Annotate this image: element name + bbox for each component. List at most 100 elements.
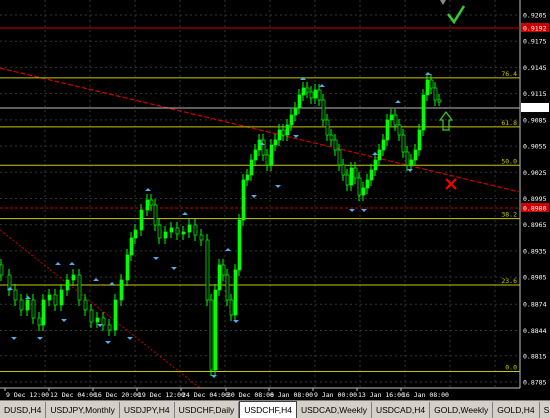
candle-body bbox=[107, 324, 112, 331]
time-axis-label: 12 Dec 04:00 bbox=[50, 391, 97, 399]
fib-level-label: 50.0 bbox=[501, 157, 517, 165]
fractal-down-icon bbox=[407, 169, 413, 172]
price-axis-label: 0.8905 bbox=[523, 274, 547, 282]
candle-body bbox=[217, 264, 222, 291]
candle-body bbox=[119, 279, 124, 301]
tab-usdchf-h4[interactable]: USDCHF,H4 bbox=[239, 401, 297, 418]
candle-body bbox=[241, 179, 246, 221]
candle-body bbox=[245, 174, 250, 181]
fractal-up-icon bbox=[425, 72, 431, 75]
tab-gold-weekly[interactable]: GOLD,Weekly bbox=[430, 402, 494, 418]
candle-body bbox=[187, 224, 192, 233]
fractal-up-icon bbox=[25, 296, 31, 299]
candle-body bbox=[337, 149, 342, 166]
fib-level-label: 76.4 bbox=[501, 70, 517, 78]
candle-body bbox=[31, 299, 36, 319]
price-axis-label: 0.8785 bbox=[523, 379, 547, 387]
time-axis-label: 6 Jan 08:00 bbox=[270, 391, 313, 399]
fractal-down-icon bbox=[37, 337, 43, 340]
candle-body bbox=[113, 299, 118, 331]
tab-usdjpy-h4[interactable]: USDJPY,H4 bbox=[120, 402, 175, 418]
chart-tab-bar: DUSD,H4 USDJPY,Monthly USDJPY,H4 USDCHF,… bbox=[0, 400, 550, 418]
tab-gold-h4[interactable]: GOLD,H4 bbox=[493, 402, 540, 418]
candle-body bbox=[377, 149, 382, 161]
fib-level-label: 0.0 bbox=[505, 364, 517, 372]
candle-body bbox=[281, 129, 286, 136]
candle-body bbox=[373, 159, 378, 171]
fractal-up-icon bbox=[69, 262, 75, 265]
candle-body bbox=[261, 139, 266, 156]
candle-body bbox=[309, 91, 314, 99]
candle-body bbox=[175, 227, 180, 235]
candle-body bbox=[421, 94, 426, 131]
candle-body bbox=[433, 87, 438, 101]
time-axis-label: 24 Dec 04:00 bbox=[182, 391, 229, 399]
candle-body bbox=[389, 114, 394, 121]
price-axis-label: 0.9205 bbox=[523, 12, 547, 20]
candle-body bbox=[199, 234, 204, 241]
candle-body bbox=[181, 231, 186, 235]
fractal-down-icon bbox=[211, 375, 217, 378]
time-axis-label: 19 Dec 12:00 bbox=[138, 391, 185, 399]
candle-body bbox=[225, 274, 230, 301]
price-axis-label: 0.8965 bbox=[523, 221, 547, 229]
tab-usdcad-h4[interactable]: USDCAD,H4 bbox=[372, 402, 431, 418]
fractal-down-icon bbox=[61, 319, 67, 322]
candle-body bbox=[353, 167, 358, 179]
support-price-tag: 0.8980 bbox=[523, 205, 547, 213]
candle-body bbox=[95, 317, 100, 323]
fib-level-label: 23.6 bbox=[501, 277, 517, 285]
fractal-up-icon bbox=[182, 212, 188, 215]
tab-sil[interactable]: SIL bbox=[540, 402, 550, 418]
fractal-down-icon bbox=[153, 257, 159, 260]
tab-usdjpy-monthly[interactable]: USDJPY,Monthly bbox=[46, 402, 120, 418]
candle-body bbox=[305, 87, 310, 93]
fractal-up-icon bbox=[145, 188, 151, 191]
candle-body bbox=[393, 114, 398, 126]
resistance-price-tag: 0.9192 bbox=[523, 25, 547, 33]
candle-body bbox=[19, 299, 24, 311]
candle-body bbox=[385, 119, 390, 141]
fractal-up-icon bbox=[372, 152, 378, 155]
price-axis-label: 0.8935 bbox=[523, 247, 547, 255]
candle-body bbox=[345, 174, 350, 186]
candle-body bbox=[0, 264, 4, 276]
tab-dusd-h4[interactable]: DUSD,H4 bbox=[0, 402, 47, 418]
candle-body bbox=[129, 237, 134, 256]
time-axis-label: 13 Jan 16:00 bbox=[358, 391, 405, 399]
candle-body bbox=[297, 94, 302, 109]
candle-body bbox=[381, 139, 386, 151]
time-axis-label: 9 Jan 00:00 bbox=[314, 391, 357, 399]
tab-usdcad-weekly[interactable]: USDCAD,Weekly bbox=[297, 402, 372, 418]
candle-body bbox=[77, 274, 82, 301]
fractal-up-icon bbox=[319, 84, 325, 87]
price-axis-label: 0.8995 bbox=[523, 195, 547, 203]
candle-body bbox=[425, 79, 430, 96]
current-price-tag: 0.9098 bbox=[523, 105, 547, 113]
cross-icon bbox=[445, 178, 457, 190]
candle-body bbox=[333, 139, 338, 151]
price-chart[interactable]: 76.4 61.8 50.0 38.2 23.6 0.0 0.9205 0.9175 0.914… bbox=[0, 0, 550, 400]
candle-body bbox=[37, 317, 42, 326]
fractal-down-icon bbox=[97, 324, 103, 327]
candle-body bbox=[229, 299, 234, 316]
candle-body bbox=[213, 289, 218, 371]
candle-body bbox=[253, 149, 258, 161]
fractal-down-icon bbox=[105, 341, 111, 344]
trendline-upper bbox=[0, 67, 521, 193]
candle-body bbox=[125, 254, 130, 281]
time-axis-label: 16 Dec 20:00 bbox=[94, 391, 141, 399]
candle-body bbox=[317, 89, 322, 101]
tab-usdchf-daily[interactable]: USDCHF,Daily bbox=[175, 402, 240, 418]
candle-body bbox=[193, 224, 198, 236]
fib-level-label: 38.2 bbox=[501, 211, 517, 219]
price-axis-label: 0.9115 bbox=[523, 90, 547, 98]
candle-body bbox=[313, 89, 318, 99]
candle-body bbox=[83, 299, 88, 311]
fractal-down-icon bbox=[11, 337, 17, 340]
candle-body bbox=[153, 204, 158, 226]
chart-canvas[interactable]: 76.4 61.8 50.0 38.2 23.6 0.0 0.9205 0.9175 0.914… bbox=[0, 0, 550, 400]
time-axis-label: 9 Dec 12:00 bbox=[6, 391, 49, 399]
candle-body bbox=[221, 264, 226, 276]
candle-body bbox=[321, 99, 326, 121]
